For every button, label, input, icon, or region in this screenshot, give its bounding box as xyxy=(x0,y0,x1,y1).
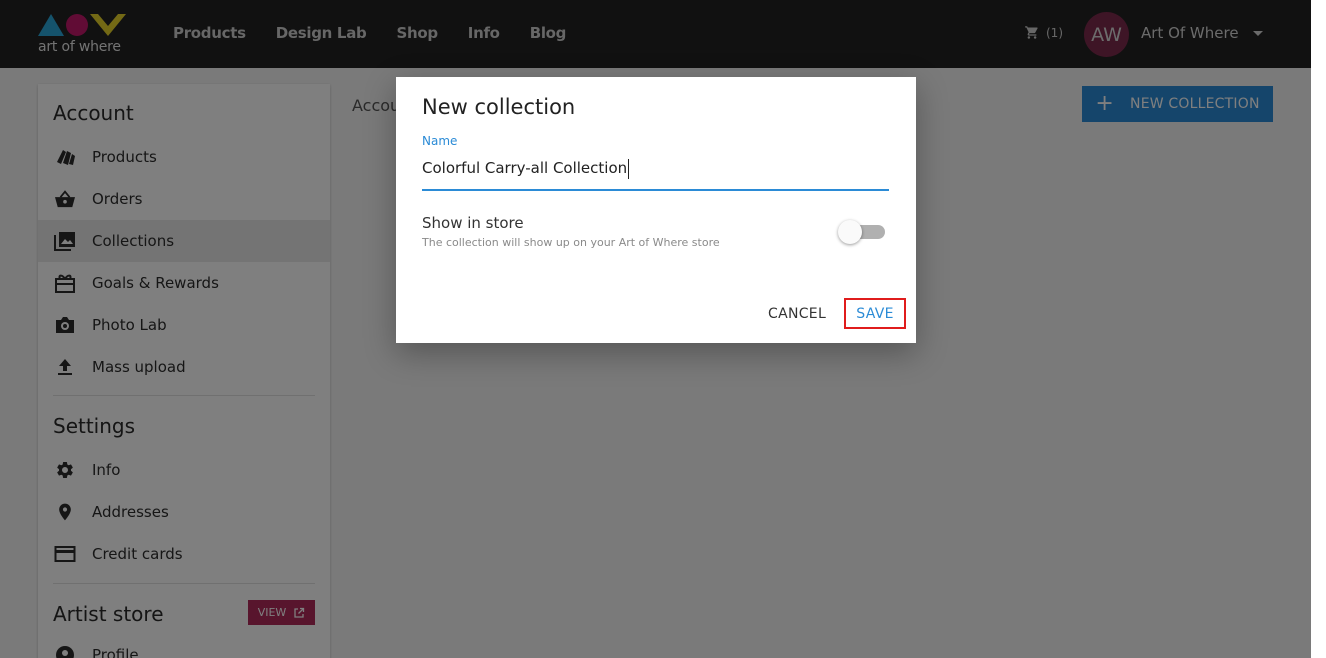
collection-name-input[interactable] xyxy=(422,157,889,191)
scrollbar-gutter xyxy=(1311,0,1326,658)
dialog-title: New collection xyxy=(422,95,576,119)
show-in-store-label: Show in store xyxy=(422,214,524,232)
save-button[interactable]: SAVE xyxy=(844,298,906,329)
show-in-store-help: The collection will show up on your Art … xyxy=(422,236,720,249)
show-in-store-toggle[interactable] xyxy=(838,220,885,244)
cancel-button[interactable]: CANCEL xyxy=(768,306,826,322)
text-cursor xyxy=(628,159,630,179)
new-collection-dialog: New collection Name Show in store The co… xyxy=(396,77,916,343)
name-field-label: Name xyxy=(422,134,458,148)
toggle-thumb[interactable] xyxy=(838,220,862,244)
